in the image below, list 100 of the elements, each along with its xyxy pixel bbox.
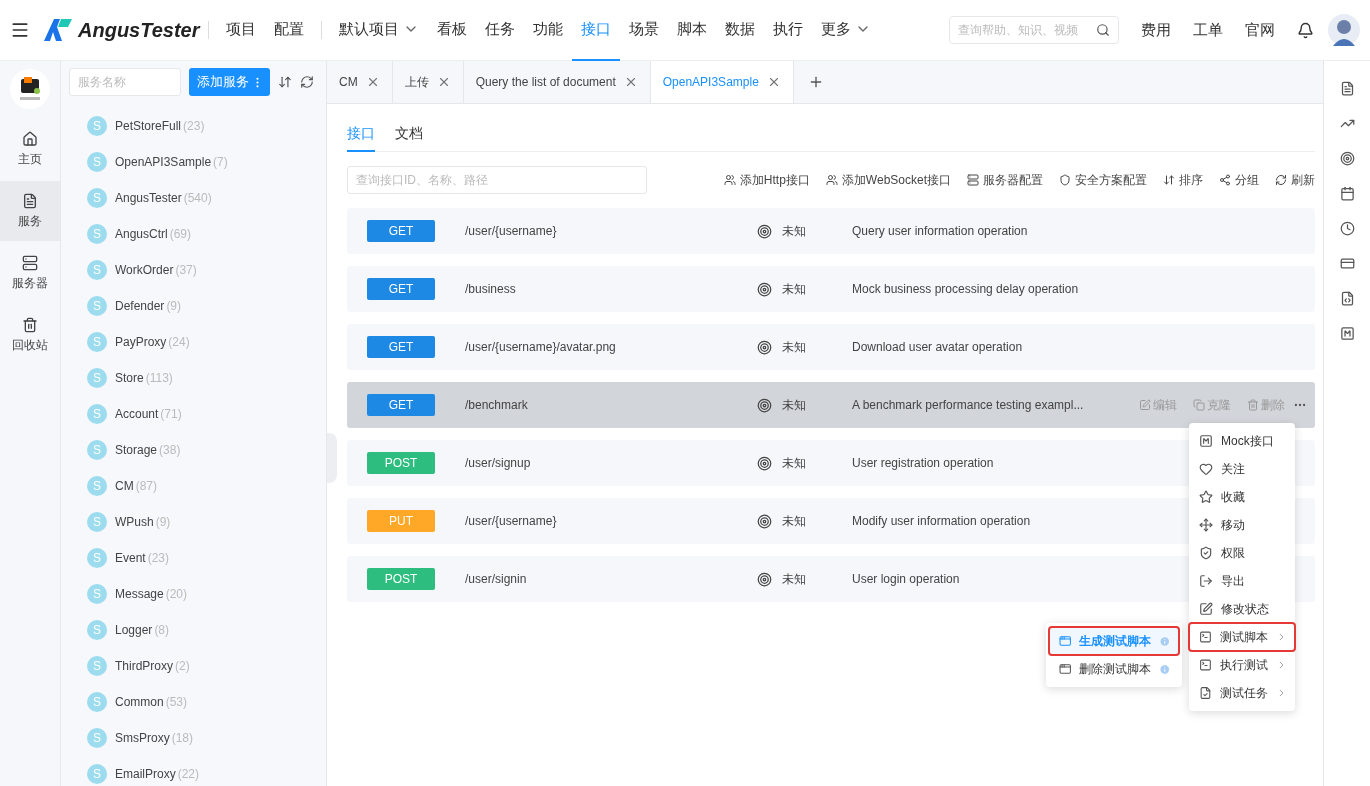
bell-icon[interactable]: [1297, 21, 1314, 39]
service-item[interactable]: S Message (20): [87, 576, 326, 612]
service-search-field[interactable]: 服务名称: [69, 68, 181, 96]
service-item[interactable]: S EmailProxy (22): [87, 756, 326, 786]
header-link[interactable]: 官网: [1245, 20, 1275, 40]
toolbar-button[interactable]: 排序: [1163, 171, 1203, 189]
rail-item[interactable]: 服务器: [0, 243, 60, 303]
rail-item[interactable]: 回收站: [0, 305, 60, 365]
service-item[interactable]: S ThirdProxy (2): [87, 648, 326, 684]
menu-item[interactable]: 移动: [1189, 511, 1295, 539]
service-avatar: S: [87, 224, 107, 244]
document-tab[interactable]: CM: [327, 61, 393, 103]
service-item[interactable]: S WPush (9): [87, 504, 326, 540]
menu-icon[interactable]: [10, 20, 30, 40]
nav-tab[interactable]: 场景: [619, 0, 668, 61]
service-name: AngusTester: [115, 191, 182, 205]
service-count: (87): [135, 479, 157, 493]
api-search-field[interactable]: 查询接口ID、名称、路径: [347, 166, 647, 194]
logo-icon: [44, 19, 72, 41]
script-icon: [1199, 630, 1212, 644]
service-item[interactable]: S Defender (9): [87, 288, 326, 324]
code-file-icon[interactable]: [1339, 291, 1355, 306]
nav-tab[interactable]: 更多: [811, 0, 880, 61]
service-item[interactable]: S Storage (38): [87, 432, 326, 468]
service-item[interactable]: S Store (113): [87, 360, 326, 396]
sort-icon: [1163, 174, 1175, 186]
toolbar-button[interactable]: 服务器配置: [967, 171, 1043, 189]
nav-tab[interactable]: 任务: [475, 0, 524, 61]
service-name: AngusCtrl: [115, 227, 168, 241]
menu-item[interactable]: 关注: [1189, 455, 1295, 483]
collapse-handle[interactable]: [327, 433, 337, 483]
rail-item[interactable]: 主页: [0, 119, 60, 179]
service-count: (71): [160, 407, 182, 421]
service-avatar: S: [87, 692, 107, 712]
menu-item[interactable]: 测试任务: [1189, 679, 1295, 707]
service-count: (20): [165, 587, 188, 601]
target-icon: [757, 455, 772, 471]
nav-tab[interactable]: 配置: [264, 0, 313, 61]
nav-tab[interactable]: 项目: [216, 0, 265, 61]
service-item[interactable]: S PayProxy (24): [87, 324, 326, 360]
document-icon[interactable]: [1339, 81, 1355, 96]
toolbar-button[interactable]: 添加WebSocket接口: [825, 171, 951, 189]
service-item[interactable]: S Common (53): [87, 684, 326, 720]
mock-icon[interactable]: [1339, 326, 1355, 341]
api-row[interactable]: GET /user/{username} 未知 Query user information operation: [347, 208, 1315, 254]
search-field[interactable]: 查询帮助、知识、视频: [949, 16, 1119, 44]
toolbar-button[interactable]: 刷新: [1275, 171, 1315, 189]
menu-item[interactable]: 测试脚本: [1189, 623, 1295, 651]
menu-item[interactable]: 删除测试脚本: [1049, 655, 1179, 683]
header-link[interactable]: 工单: [1193, 20, 1223, 40]
document-tab[interactable]: 上传: [392, 61, 464, 103]
nav-tab[interactable]: 数据: [715, 0, 764, 61]
api-path: /user/{username}/avatar.png: [465, 340, 617, 354]
toolbar-button[interactable]: 添加Http接口: [723, 171, 810, 189]
service-item[interactable]: S SmsProxy (18): [87, 720, 326, 756]
target-icon: [757, 571, 772, 587]
search-icon[interactable]: [1096, 23, 1110, 37]
api-status: 未知: [782, 512, 807, 530]
header-link[interactable]: 费用: [1141, 20, 1171, 40]
calendar-icon[interactable]: [1339, 186, 1355, 201]
card-icon[interactable]: [1339, 256, 1355, 271]
service-name: Logger: [115, 623, 153, 637]
service-count: (7): [213, 155, 228, 169]
api-row[interactable]: GET /user/{username}/avatar.png 未知 Download user avatar operation: [347, 324, 1315, 370]
toolbar-button[interactable]: 分组: [1219, 171, 1259, 189]
service-count: (22): [177, 767, 200, 781]
menu-item[interactable]: 导出: [1189, 567, 1295, 595]
api-row[interactable]: GET /business 未知 Mock business processing delay operation: [347, 266, 1315, 312]
rail-item[interactable]: 服务: [0, 181, 60, 241]
avatar-icon[interactable]: [1328, 14, 1360, 46]
service-item[interactable]: S PetStoreFull (23): [87, 108, 326, 144]
nav-tab[interactable]: 功能: [523, 0, 572, 61]
nav-tab[interactable]: 执行: [763, 0, 812, 61]
service-item[interactable]: S AngusTester (540): [87, 180, 326, 216]
service-count: (23): [183, 119, 205, 133]
service-item[interactable]: S WorkOrder (37): [87, 252, 326, 288]
nav-tab[interactable]: 脚本: [667, 0, 716, 61]
service-item[interactable]: S Account (71): [87, 396, 326, 432]
document-tab[interactable]: Query the list of document: [463, 61, 651, 103]
method-badge: GET: [367, 220, 435, 242]
service-item[interactable]: S OpenAPI3Sample (7): [87, 144, 326, 180]
method-badge: GET: [367, 394, 435, 416]
service-item[interactable]: S Event (23): [87, 540, 326, 576]
service-name: Storage: [115, 443, 158, 457]
nav-tab[interactable]: 看板: [427, 0, 476, 61]
target-icon[interactable]: [1339, 151, 1355, 166]
clock-icon[interactable]: [1339, 221, 1355, 236]
service-item[interactable]: S CM (87): [87, 468, 326, 504]
edit-icon: [1139, 399, 1151, 411]
service-item[interactable]: S Logger (8): [87, 612, 326, 648]
toolbar-button[interactable]: 安全方案配置: [1059, 171, 1147, 189]
service-item[interactable]: S AngusCtrl (69): [87, 216, 326, 252]
refresh-icon[interactable]: [300, 75, 314, 89]
service-avatar: S: [87, 152, 107, 172]
api-status: 未知: [782, 454, 807, 472]
service-avatar: S: [87, 404, 107, 424]
sort-icon[interactable]: [278, 75, 292, 89]
view-tab[interactable]: 文档: [395, 118, 423, 152]
menu-item[interactable]: 执行测试: [1189, 651, 1295, 679]
nav-tab[interactable]: 默认项目: [329, 0, 428, 61]
